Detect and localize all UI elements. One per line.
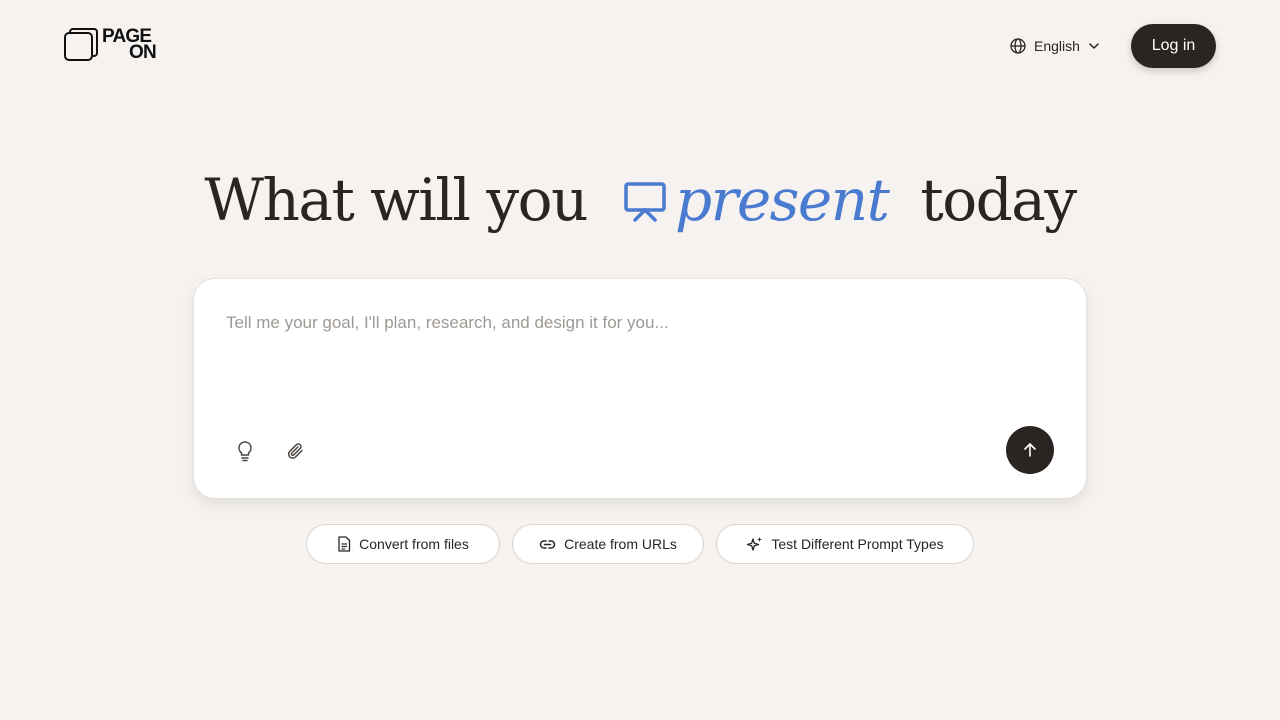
hero-headline: What will you present today — [0, 160, 1280, 240]
language-label: English — [1034, 38, 1080, 54]
idea-button[interactable] — [233, 439, 257, 463]
test-prompt-types-chip[interactable]: Test Different Prompt Types — [716, 524, 974, 564]
prompt-card — [193, 278, 1087, 499]
headline-highlight: present — [674, 166, 890, 234]
chip-label: Test Different Prompt Types — [771, 536, 944, 552]
lightbulb-icon — [238, 441, 252, 462]
presentation-icon — [624, 182, 666, 222]
document-icon — [338, 536, 351, 552]
headline-highlight-group: present — [623, 166, 890, 234]
chevron-down-icon — [1089, 43, 1099, 49]
paperclip-icon — [287, 443, 303, 459]
logo-wordmark: PAGE ON — [102, 27, 157, 63]
language-selector[interactable]: English — [1010, 36, 1100, 56]
logo-mark-icon — [64, 28, 98, 61]
attach-button[interactable] — [284, 439, 308, 463]
headline-start: What will you — [204, 166, 588, 234]
link-icon — [539, 539, 556, 549]
sparkle-icon — [747, 536, 763, 551]
create-from-urls-chip[interactable]: Create from URLs — [512, 524, 704, 564]
page: PAGE ON English Log in What will you pre… — [0, 0, 1280, 720]
convert-from-files-chip[interactable]: Convert from files — [306, 524, 500, 564]
send-button[interactable] — [1006, 426, 1054, 474]
pageon-logo[interactable]: PAGE ON — [64, 27, 157, 63]
chip-label: Convert from files — [359, 536, 469, 552]
chip-label: Create from URLs — [564, 536, 677, 552]
logo-line-2: ON — [129, 42, 157, 63]
prompt-input[interactable] — [226, 313, 1046, 403]
globe-icon — [1010, 38, 1026, 54]
arrow-up-icon — [1024, 443, 1036, 457]
login-button[interactable]: Log in — [1131, 24, 1216, 68]
headline-end: today — [920, 166, 1077, 234]
